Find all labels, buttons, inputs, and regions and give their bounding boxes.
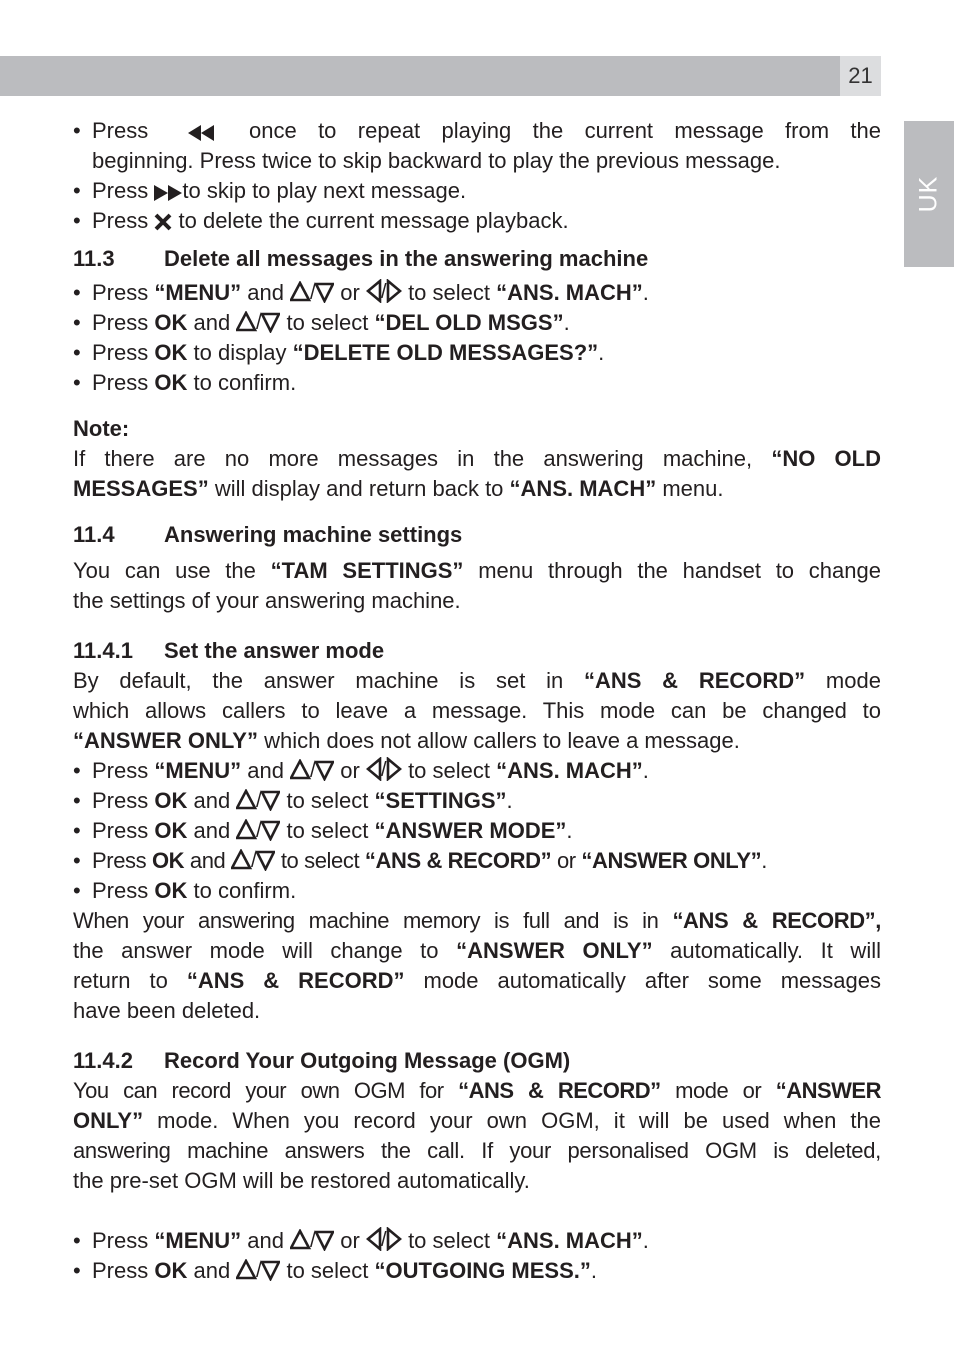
section-heading-11-4-1: 11.4.1 Set the answer mode bbox=[73, 638, 385, 663]
section-heading-11-4-2: 11.4.2 Record Your Outgoing Message (OGM) bbox=[73, 1048, 571, 1073]
note-label: Note: bbox=[73, 416, 130, 441]
paragraph-line: answering machine answers the call. If y… bbox=[73, 1138, 881, 1163]
svg-text:/: / bbox=[256, 1260, 262, 1281]
list-item: • Press once to repeat playing the curre… bbox=[73, 118, 881, 173]
svg-text:/: / bbox=[381, 759, 387, 781]
svg-text:/: / bbox=[310, 760, 316, 781]
list-item: • Press “MENU” and / or / to select “ANS… bbox=[73, 1227, 649, 1253]
svg-text:/: / bbox=[251, 850, 257, 871]
svg-text:/: / bbox=[310, 1230, 316, 1251]
delete-x-icon bbox=[154, 213, 172, 231]
list-item: • Press “MENU” and / or / to select “ANS… bbox=[73, 279, 649, 305]
paragraph-line: By default, the answer machine is set in… bbox=[73, 668, 881, 693]
svg-text:/: / bbox=[381, 281, 387, 303]
up-down-arrow-icon: / bbox=[236, 1259, 281, 1281]
paragraph-line: You can record your own OGM for “ANS & R… bbox=[73, 1078, 881, 1103]
svg-text:/: / bbox=[256, 790, 262, 811]
language-tab: UK bbox=[904, 121, 954, 267]
rewind-icon bbox=[187, 125, 214, 141]
left-right-arrow-icon: / bbox=[365, 279, 402, 303]
up-down-arrow-icon: / bbox=[231, 849, 276, 871]
svg-text:/: / bbox=[256, 820, 262, 841]
up-down-arrow-icon: / bbox=[236, 819, 281, 841]
svg-text:/: / bbox=[256, 312, 262, 333]
paragraph-line: When your answering machine memory is fu… bbox=[73, 908, 881, 933]
svg-text:/: / bbox=[310, 282, 316, 303]
svg-text:/: / bbox=[381, 1229, 387, 1251]
paragraph-line: return to “ANS & RECORD” mode automatica… bbox=[73, 968, 881, 993]
list-item: • Press OK and / to select “ANS & RECORD… bbox=[73, 848, 767, 873]
paragraph-line: “ANSWER ONLY” which does not allow calle… bbox=[73, 728, 740, 753]
language-tab-label: UK bbox=[914, 175, 943, 213]
list-item: • Press “MENU” and / or / to select “ANS… bbox=[73, 757, 649, 783]
list-item: • Press OK and / to select “ANSWER MODE”… bbox=[73, 818, 573, 843]
list-item: • Press OK and / to select “DEL OLD MSGS… bbox=[73, 310, 570, 335]
list-item: • Press OK and / to select “SETTINGS”. bbox=[73, 788, 513, 813]
list-item: • Press to skip to play next message. bbox=[73, 178, 467, 203]
list-item: • Press OK to confirm. bbox=[73, 370, 297, 395]
list-item: • Press to delete the current message pl… bbox=[73, 208, 569, 233]
paragraph-line: have been deleted. bbox=[73, 998, 261, 1023]
note-text-line: If there are no more messages in the ans… bbox=[73, 446, 881, 471]
paragraph-line: which allows callers to leave a message.… bbox=[73, 698, 881, 723]
paragraph-line: ONLY” mode. When you record your own OGM… bbox=[73, 1108, 881, 1133]
left-right-arrow-icon: / bbox=[365, 757, 402, 781]
list-item: • Press OK to confirm. bbox=[73, 878, 297, 903]
note-text-line: MESSAGES” will display and return back t… bbox=[73, 476, 724, 501]
up-down-arrow-icon: / bbox=[290, 281, 335, 303]
list-item: • Press OK to display “DELETE OLD MESSAG… bbox=[73, 340, 605, 365]
section-heading-11-3: 11.3 Delete all messages in the answering… bbox=[73, 246, 649, 271]
paragraph-line: You can use the “TAM SETTINGS” menu thro… bbox=[73, 558, 881, 583]
up-down-arrow-icon: / bbox=[236, 311, 281, 333]
up-down-arrow-icon: / bbox=[290, 1229, 335, 1251]
left-right-arrow-icon: / bbox=[365, 1227, 402, 1251]
paragraph-line: the answer mode will change to “ANSWER O… bbox=[73, 938, 881, 963]
up-down-arrow-icon: / bbox=[236, 789, 281, 811]
fast-forward-icon bbox=[154, 185, 183, 201]
list-item: • Press OK and / to select “OUTGOING MES… bbox=[73, 1258, 598, 1283]
page-number: 21 bbox=[840, 56, 881, 96]
paragraph-line: the pre-set OGM will be restored automat… bbox=[73, 1168, 530, 1193]
section-heading-11-4: 11.4 Answering machine settings bbox=[73, 522, 463, 547]
page-content: • Press once to repeat playing the curre… bbox=[73, 116, 881, 1286]
paragraph-line: the settings of your answering machine. bbox=[73, 588, 461, 613]
up-down-arrow-icon: / bbox=[290, 759, 335, 781]
header-bar bbox=[0, 56, 840, 96]
